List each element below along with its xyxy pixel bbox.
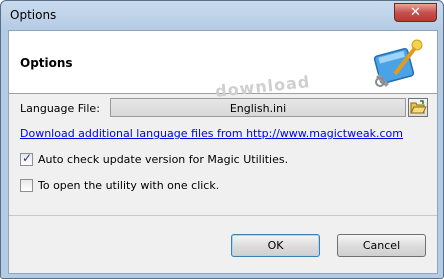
language-file-field[interactable]: English.ini	[110, 98, 406, 117]
close-button[interactable]: ✕	[394, 3, 437, 22]
header-title: Options	[20, 56, 73, 70]
one-click-checkbox[interactable]	[20, 179, 33, 192]
checkmark-icon: ✓	[22, 151, 33, 165]
download-languages-link[interactable]: Download additional language files from …	[20, 127, 403, 140]
folder-open-icon	[410, 100, 427, 114]
dialog-body: Options download Language File: English.…	[8, 30, 438, 274]
ok-button[interactable]: OK	[231, 234, 320, 257]
auto-update-option[interactable]: ✓ Auto check update version for Magic Ut…	[20, 151, 289, 166]
auto-update-checkbox[interactable]: ✓	[20, 151, 33, 166]
auto-update-label: Auto check update version for Magic Util…	[38, 153, 289, 166]
window-title: Options	[10, 8, 57, 22]
language-file-label: Language File:	[20, 102, 100, 115]
magic-tools-icon	[373, 39, 423, 87]
options-window: Options ✕ Options download Language File…	[0, 0, 444, 279]
one-click-option[interactable]: To open the utility with one click.	[20, 179, 219, 192]
one-click-label: To open the utility with one click.	[38, 179, 220, 192]
cancel-button[interactable]: Cancel	[337, 234, 426, 257]
close-icon: ✕	[410, 5, 421, 20]
title-bar[interactable]: Options ✕	[1, 1, 443, 29]
divider	[9, 215, 437, 216]
browse-language-button[interactable]	[408, 98, 428, 117]
